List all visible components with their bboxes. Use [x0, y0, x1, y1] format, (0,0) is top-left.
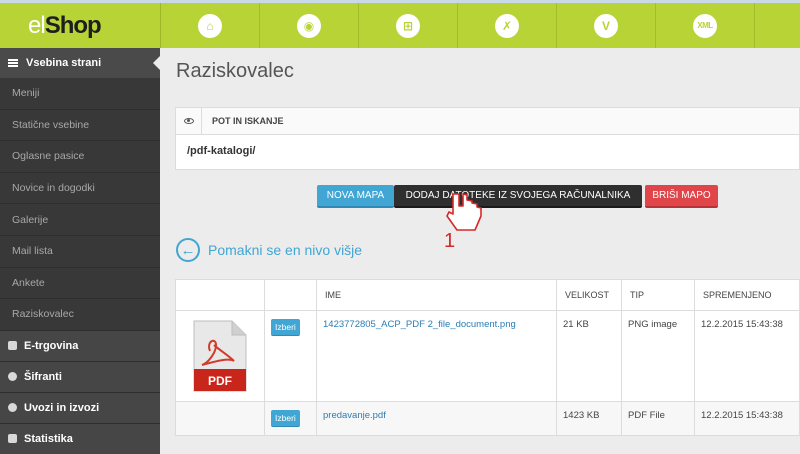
sidebar-header[interactable]: Vsebina strani — [0, 48, 160, 78]
path-panel: POT IN ISKANJE /pdf-katalogi/ — [175, 107, 800, 170]
sidebar-item-oglasne-pasice[interactable]: Oglasne pasice — [0, 141, 160, 173]
nav-add-module[interactable]: ⊞ — [358, 3, 457, 48]
active-notch — [153, 56, 160, 70]
type-cell: PDF File — [621, 401, 695, 436]
col-thumb — [175, 279, 265, 311]
top-bar: el Shop ⌂ ◉ ⊞ ✗ V XML — [0, 0, 800, 48]
sidebar-section-uvozi[interactable]: Uvozi in izvozi — [0, 392, 160, 424]
type-cell: PNG image — [621, 310, 695, 402]
sidebar-item-staticne-vsebine[interactable]: Statične vsebine — [0, 109, 160, 142]
logo-el: el — [28, 11, 46, 39]
col-type[interactable]: TIP — [621, 279, 695, 311]
sidebar-item-raziskovalec[interactable]: Raziskovalec — [0, 299, 160, 331]
sidebar-section-e-trgovina[interactable]: E-trgovina — [0, 330, 160, 362]
pdf-label: PDF — [208, 374, 232, 388]
back-link-label: Pomakni se en nivo višje — [208, 242, 363, 258]
file-table: IME VELIKOST TIP SPREMENJENO PDF Izberi … — [175, 279, 800, 436]
file-link[interactable]: 1423772805_ACP_PDF 2_file_document.png — [323, 319, 516, 330]
add-files-button[interactable]: DODAJ DATOTEKE IZ SVOJEGA RAČUNALNIKA — [394, 185, 642, 208]
sidebar-header-label: Vsebina strani — [26, 57, 102, 69]
sidebar: Vsebina strani Meniji Statične vsebine O… — [0, 48, 160, 454]
sidebar-item-mail-lista[interactable]: Mail lista — [0, 235, 160, 268]
name-cell: predavanje.pdf — [316, 401, 557, 436]
nav-home[interactable]: ⌂ — [160, 3, 259, 48]
name-cell: 1423772805_ACP_PDF 2_file_document.png — [316, 310, 557, 402]
modified-cell: 12.2.2015 15:43:38 — [694, 310, 800, 402]
select-button[interactable]: Izberi — [271, 319, 300, 336]
thumb-cell — [175, 401, 265, 436]
thumb-cell: PDF — [175, 310, 265, 402]
nav-extra[interactable] — [754, 3, 800, 48]
list-icon — [8, 59, 18, 67]
section-label: Uvozi in izvozi — [24, 401, 100, 414]
section-label: E-trgovina — [24, 339, 79, 352]
refresh-icon — [8, 403, 17, 413]
add-module-icon: ⊞ — [396, 13, 420, 38]
sidebar-item-ankete[interactable]: Ankete — [0, 267, 160, 300]
table-row[interactable]: PDF Izberi 1423772805_ACP_PDF 2_file_doc… — [175, 310, 800, 402]
home-icon: ⌂ — [198, 13, 222, 38]
nav-globe[interactable]: ◉ — [259, 3, 358, 48]
back-link[interactable]: ← Pomakni se en nivo višje — [176, 238, 362, 262]
pdf-file-icon: PDF — [193, 320, 247, 392]
col-size[interactable]: VELIKOST — [556, 279, 622, 311]
globe-icon: ◉ — [297, 13, 321, 38]
sidebar-item-meniji[interactable]: Meniji — [0, 78, 160, 110]
current-path: /pdf-katalogi/ — [187, 145, 256, 157]
col-select — [264, 279, 317, 311]
stats-icon — [8, 434, 17, 444]
eye-icon — [183, 118, 194, 124]
table-row[interactable]: Izberi predavanje.pdf 1423 KB PDF File 1… — [175, 401, 800, 436]
arrow-left-icon: ← — [176, 238, 200, 262]
eye-toggle[interactable] — [176, 108, 202, 134]
cart-icon — [8, 341, 17, 351]
xml-icon: XML — [693, 13, 717, 38]
modified-cell: 12.2.2015 15:43:38 — [694, 401, 800, 436]
sidebar-section-sifranti[interactable]: Šifranti — [0, 361, 160, 393]
col-name[interactable]: IME — [316, 279, 557, 311]
table-header-row: IME VELIKOST TIP SPREMENJENO — [175, 279, 800, 311]
section-label: Statistika — [24, 432, 73, 445]
section-label: Šifranti — [24, 370, 62, 383]
annotation-number: 1 — [444, 230, 456, 252]
nav-xml[interactable]: XML — [655, 3, 754, 48]
select-cell: Izberi — [264, 310, 317, 402]
col-modified[interactable]: SPREMENJENO — [694, 279, 800, 311]
top-nav: ⌂ ◉ ⊞ ✗ V XML — [160, 3, 800, 48]
nav-v[interactable]: V — [556, 3, 655, 48]
page-title: Raziskovalec — [176, 60, 294, 82]
select-button[interactable]: Izberi — [271, 410, 300, 427]
tools-icon: ✗ — [495, 13, 519, 38]
select-cell: Izberi — [264, 401, 317, 436]
sidebar-item-galerije[interactable]: Galerije — [0, 204, 160, 236]
sidebar-section-statistika[interactable]: Statistika — [0, 423, 160, 454]
delete-folder-button[interactable]: BRIŠI MAPO — [645, 185, 718, 208]
new-folder-button[interactable]: NOVA MAPA — [317, 185, 394, 208]
size-cell: 1423 KB — [556, 401, 622, 436]
size-cell: 21 KB — [556, 310, 622, 402]
info-icon — [8, 372, 17, 382]
file-link[interactable]: predavanje.pdf — [323, 410, 386, 421]
panel-title: POT IN ISKANJE — [212, 116, 284, 126]
panel-header: POT IN ISKANJE — [176, 108, 799, 135]
main-content: Raziskovalec POT IN ISKANJE /pdf-katalog… — [160, 48, 800, 454]
nav-tools[interactable]: ✗ — [457, 3, 556, 48]
logo-shop: Shop — [44, 11, 102, 39]
elshop-logo[interactable]: el Shop — [0, 3, 160, 48]
sidebar-item-novice[interactable]: Novice in dogodki — [0, 172, 160, 205]
v-icon: V — [594, 13, 618, 38]
